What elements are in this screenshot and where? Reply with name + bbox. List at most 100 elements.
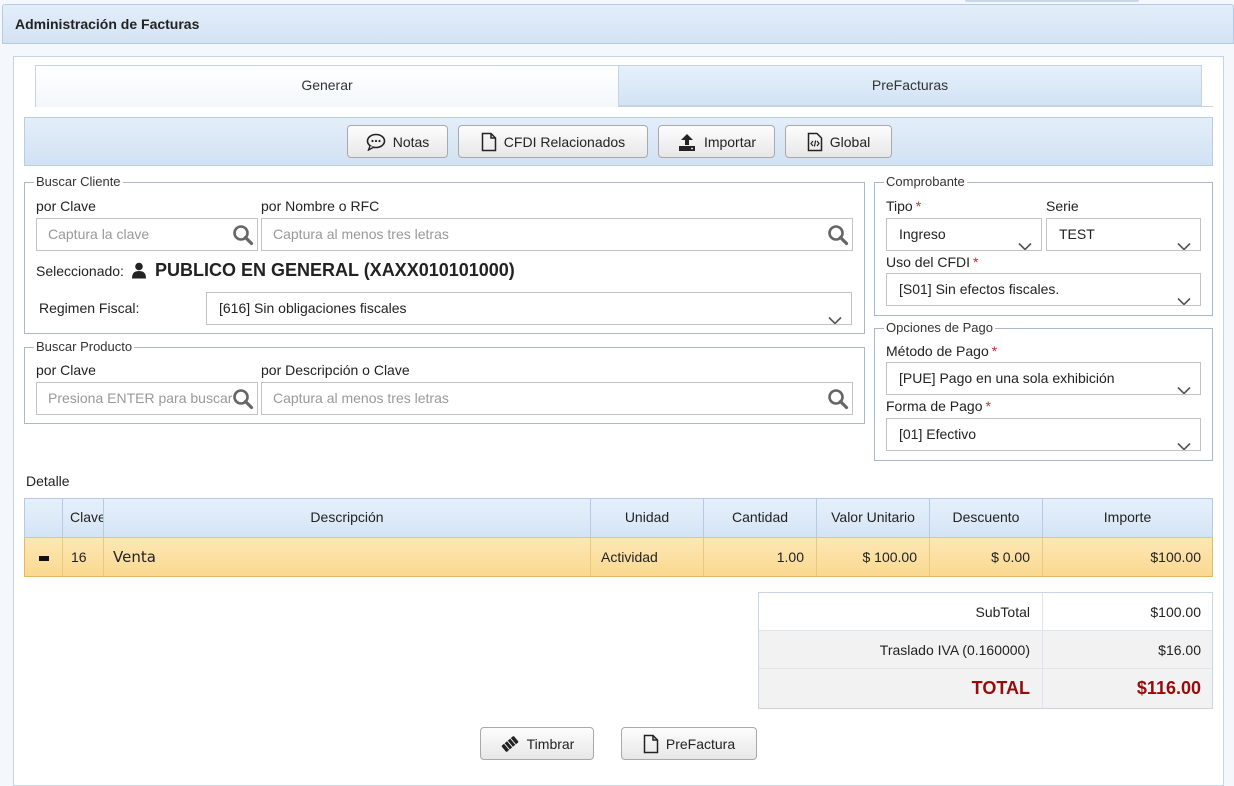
totals-column-divider [1042, 593, 1043, 708]
row-clave: 16 [63, 538, 104, 576]
search-icon[interactable] [827, 388, 849, 414]
column-header-clave[interactable]: Clave [63, 499, 104, 537]
top-edge-stub [965, 0, 1139, 2]
prefactura-button[interactable]: PreFactura [621, 727, 757, 760]
metodo-pago-value: [PUE] Pago en una sola exhibición [899, 370, 1115, 386]
subtotal-label: SubTotal [975, 604, 1030, 620]
tab-underline [619, 106, 1213, 107]
cliente-clave-placeholder: Captura la clave [48, 226, 150, 242]
total-label: TOTAL [971, 678, 1030, 698]
prefactura-button-label: PreFactura [665, 735, 736, 752]
buscar-producto-legend: Buscar Producto [34, 339, 135, 355]
row-unidad: Actividad [591, 538, 704, 576]
comprobante-legend: Comprobante [884, 174, 967, 190]
selected-client-name: PUBLICO EN GENERAL (XAXX010101000) [155, 260, 515, 280]
chevron-down-icon [1177, 231, 1191, 250]
cliente-nombre-input[interactable]: Captura al menos tres letras [261, 218, 853, 251]
totals-table: SubTotal $100.00 Traslado IVA (0.160000)… [758, 592, 1213, 709]
cliente-nombre-label: por Nombre o RFC [261, 198, 380, 214]
chevron-down-icon [1018, 231, 1032, 250]
tipo-value: Ingreso [899, 226, 946, 242]
column-header-descripcion[interactable]: Descripción [104, 499, 591, 537]
producto-clave-label: por Clave [36, 362, 96, 378]
producto-clave-input[interactable]: Presiona ENTER para buscar [36, 382, 258, 415]
user-icon [131, 262, 147, 282]
search-icon[interactable] [232, 224, 254, 250]
serie-label: Serie [1046, 198, 1079, 214]
row-descuento[interactable]: $ 0.00 [930, 538, 1043, 576]
tipo-label: Tipo * [886, 198, 922, 214]
column-header-valor-unitario[interactable]: Valor Unitario [817, 499, 930, 537]
tipo-select[interactable]: Ingreso [886, 218, 1042, 251]
producto-desc-input[interactable]: Captura al menos tres letras [261, 382, 853, 415]
subtotal-row: SubTotal $100.00 [759, 593, 1212, 631]
chat-bubble-icon [366, 133, 386, 151]
forma-pago-label: Forma de Pago * [886, 398, 991, 414]
chevron-down-icon [1177, 286, 1191, 305]
chevron-down-icon [828, 305, 842, 324]
row-importe: $100.00 [1150, 549, 1201, 565]
iva-label: Traslado IVA (0.160000) [879, 642, 1030, 658]
tab-prefacturas[interactable]: PreFacturas [618, 65, 1202, 106]
producto-desc-label: por Descripción o Clave [261, 362, 410, 378]
uso-cfdi-select[interactable]: [S01] Sin efectos fiscales. [886, 273, 1201, 306]
notas-button-label: Notas [392, 133, 430, 150]
seleccionado-label: Seleccionado: [36, 263, 124, 279]
cfdi-button-label: CFDI Relacionados [503, 133, 626, 150]
iva-value: $16.00 [1158, 642, 1201, 658]
regimen-fiscal-select[interactable]: [616] Sin obligaciones fiscales [206, 292, 852, 325]
importar-button-label: Importar [703, 133, 757, 150]
producto-desc-placeholder: Captura al menos tres letras [273, 390, 449, 406]
forma-pago-value: [01] Efectivo [899, 426, 977, 442]
subtotal-value: $100.00 [1150, 604, 1201, 620]
window-title-bar: Administración de Facturas [2, 4, 1234, 44]
column-header-cantidad[interactable]: Cantidad [704, 499, 817, 537]
document-icon [643, 734, 659, 754]
search-icon[interactable] [232, 388, 254, 414]
buscar-cliente-legend: Buscar Cliente [34, 174, 123, 190]
detalle-table-header: Clave Descripción Unidad Cantidad Valor … [24, 498, 1213, 538]
column-header-importe[interactable]: Importe [1043, 499, 1212, 537]
opciones-pago-legend: Opciones de Pago [884, 320, 995, 336]
window-title: Administración de Facturas [15, 16, 200, 32]
row-valor-unitario[interactable]: $ 100.00 [817, 538, 930, 576]
cliente-clave-label: por Clave [36, 198, 96, 214]
producto-clave-placeholder: Presiona ENTER para buscar [48, 390, 233, 406]
chevron-down-icon [1177, 431, 1191, 450]
toolbar: Notas CFDI Relacionados Importar Global [24, 117, 1213, 166]
search-icon[interactable] [827, 224, 849, 250]
code-file-icon [807, 132, 823, 152]
total-row: TOTAL $116.00 [759, 669, 1212, 708]
regimen-fiscal-label: Regimen Fiscal: [39, 300, 140, 316]
metodo-pago-select[interactable]: [PUE] Pago en una sola exhibición [886, 362, 1201, 395]
iva-row: Traslado IVA (0.160000) $16.00 [759, 631, 1212, 669]
cfdi-relacionados-button[interactable]: CFDI Relacionados [458, 125, 648, 158]
upload-icon [677, 132, 697, 152]
minus-icon[interactable] [38, 555, 49, 561]
remove-row-cell[interactable] [25, 538, 63, 576]
serie-select[interactable]: TEST [1046, 218, 1201, 251]
column-header-unidad[interactable]: Unidad [591, 499, 704, 537]
total-value: $116.00 [1136, 678, 1201, 698]
timbrar-button-label: Timbrar [526, 735, 575, 752]
column-header-descuento[interactable]: Descuento [930, 499, 1043, 537]
header-row-marker [25, 499, 63, 537]
global-button-label: Global [829, 133, 871, 150]
table-row[interactable]: 16 Venta Actividad 1.00 $ 100.00 $ 0.00 … [24, 538, 1213, 577]
row-cantidad[interactable]: 1.00 [704, 538, 817, 576]
metodo-pago-label: Método de Pago * [886, 343, 998, 359]
tab-generar[interactable]: Generar [35, 65, 619, 107]
uso-cfdi-value: [S01] Sin efectos fiscales. [899, 281, 1060, 297]
forma-pago-select[interactable]: [01] Efectivo [886, 418, 1201, 451]
timbrar-button[interactable]: Timbrar [480, 727, 594, 760]
row-descripcion[interactable]: Venta [104, 538, 591, 576]
uso-cfdi-label: Uso del CFDI * [886, 254, 979, 270]
detalle-title: Detalle [26, 473, 70, 489]
regimen-fiscal-value: [616] Sin obligaciones fiscales [219, 300, 407, 316]
serie-value: TEST [1059, 226, 1095, 242]
importar-button[interactable]: Importar [658, 125, 775, 158]
global-button[interactable]: Global [785, 125, 892, 158]
cliente-clave-input[interactable]: Captura la clave [36, 218, 258, 251]
notas-button[interactable]: Notas [347, 125, 448, 158]
stamp-icon [500, 735, 520, 753]
